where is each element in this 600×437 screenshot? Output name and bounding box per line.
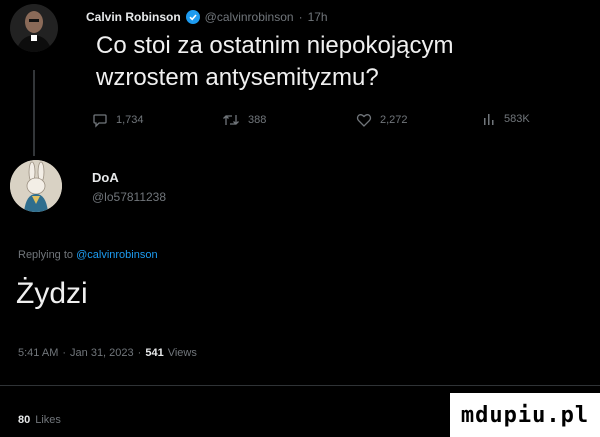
tweet-text-line-1: Co stoi za ostatnim niepokojącym	[96, 32, 454, 59]
reply-icon	[92, 112, 108, 128]
reply-author-handle[interactable]: @lo57811238	[92, 190, 166, 204]
like-count: 2,272	[380, 114, 408, 126]
reply-text: Żydzi	[16, 277, 88, 310]
reply-likes-link[interactable]: 80 Likes	[18, 414, 61, 426]
meta-sep-1: ·	[62, 347, 67, 359]
author-handle[interactable]: @calvinrobinson	[205, 10, 294, 24]
reply-author-name[interactable]: DoA	[92, 170, 119, 185]
reply-date[interactable]: Jan 31, 2023	[70, 347, 134, 359]
retweet-count-button[interactable]: 388	[222, 112, 266, 128]
retweet-count: 388	[248, 114, 267, 126]
replying-to-handle[interactable]: @calvinrobinson	[76, 249, 158, 261]
verified-badge-icon	[185, 10, 200, 24]
views-count: 583K	[504, 113, 530, 125]
separator-dot: ·	[298, 10, 303, 24]
tweet-time[interactable]: 17h	[308, 10, 328, 24]
reply-time[interactable]: 5:41 AM	[18, 347, 58, 359]
site-watermark: mdupiu.pl	[450, 393, 600, 437]
like-count-button[interactable]: 2,272	[356, 112, 408, 128]
reply-likes-label: Likes	[35, 414, 61, 426]
reply-count: 1,734	[116, 114, 144, 126]
analytics-icon	[482, 112, 496, 126]
views-count-button[interactable]: 583K	[482, 112, 530, 126]
reply-views-count: 541	[145, 347, 164, 359]
heart-icon	[356, 112, 372, 128]
author-name[interactable]: Calvin Robinson	[86, 10, 181, 24]
reply-views-label: Views	[167, 347, 197, 359]
retweet-icon	[222, 112, 240, 128]
quoted-tweet-header: Calvin Robinson @calvinrobinson · 17h	[86, 10, 328, 24]
avatar-doa[interactable]	[10, 160, 62, 212]
reply-count-button[interactable]: 1,734	[92, 112, 144, 128]
meta-sep-2: ·	[137, 347, 142, 359]
divider	[0, 385, 600, 386]
reply-likes-count: 80	[18, 414, 31, 426]
replying-to-prefix: Replying to	[18, 249, 74, 261]
reply-meta-row: 5:41 AM · Jan 31, 2023 · 541 Views	[18, 347, 197, 359]
avatar-calvin[interactable]	[10, 4, 58, 52]
quoted-tweet-text: Co stoi za ostatnim niepokojącym wzroste…	[96, 30, 454, 94]
thread-line	[33, 70, 35, 156]
tweet-text-line-2: wzrostem antysemityzmu?	[96, 64, 379, 91]
replying-to-line: Replying to @calvinrobinson	[18, 249, 158, 261]
